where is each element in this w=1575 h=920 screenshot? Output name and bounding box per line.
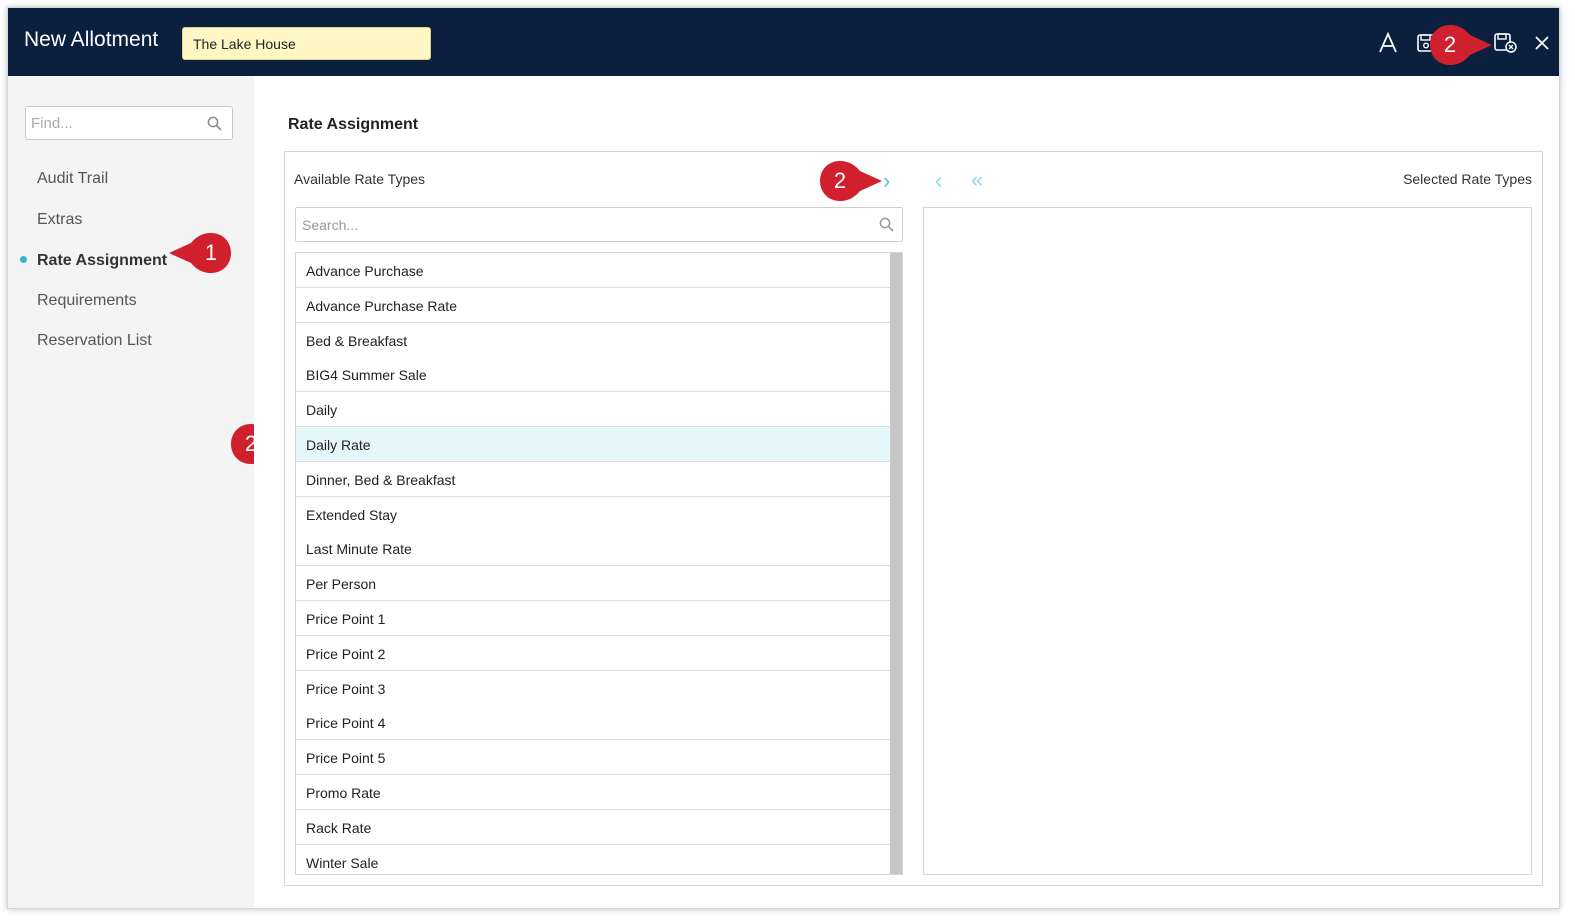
move-right-button[interactable]: › [883,170,890,192]
find-input[interactable] [31,113,196,133]
callout-badge: 2 [819,160,882,202]
list-item[interactable]: Price Point 4 [296,705,890,741]
callout-number: 2 [833,168,847,193]
allotment-name-field[interactable]: The Lake House [182,27,431,60]
list-item[interactable]: Price Point 1 [296,601,890,636]
list-item[interactable]: Dinner, Bed & Breakfast [296,461,890,497]
available-rate-list: Advance Purchase Advance Purchase Rate Bed… [295,252,903,875]
window-title: New Allotment [24,28,159,51]
title-bar: New Allotment The Lake House 2 [8,8,1559,76]
callout-badge: 1 [168,232,231,274]
list-item[interactable]: Advance Purchase [296,253,890,288]
selected-rate-types-label: Selected Rate Types [1403,171,1532,187]
callout-number: 1 [204,240,218,265]
selected-rate-list [923,207,1532,875]
list-item[interactable]: Price Point 5 [296,740,890,776]
list-item[interactable]: Price Point 2 [296,635,890,671]
find-field[interactable] [25,106,233,140]
active-indicator-dot [20,256,27,263]
list-item[interactable]: Price Point 3 [296,670,890,706]
sidebar: Audit Trail Extras Rate Assignment Requi… [8,76,293,908]
list-item[interactable]: Bed & Breakfast [296,322,890,358]
list-item[interactable]: BIG4 Summer Sale [296,357,890,393]
page-title: Rate Assignment [288,116,419,133]
allotment-window: New Allotment The Lake House 2 Audit Tra… [7,7,1560,909]
rate-search-input[interactable] [302,216,862,234]
list-item[interactable]: Winter Sale [296,844,890,874]
close-icon[interactable] [1530,31,1554,55]
list-item[interactable]: Daily [296,392,890,428]
list-item[interactable]: Last Minute Rate [296,531,890,567]
sidebar-item-reservation-list[interactable]: Reservation List [37,332,152,350]
sidebar-rate-assignment[interactable]: Rate Assignment [37,252,167,270]
available-rate-types-label: Available Rate Types [294,171,426,187]
main-content: Rate Assignment Available Rate Types Sel… [254,76,1559,908]
font-size-icon[interactable] [1376,31,1400,55]
search-icon [207,116,222,136]
move-all-left-button[interactable]: « [971,169,983,191]
rate-assignment-panel: Available Rate Types Selected Rate Types… [284,151,1543,886]
sidebar-item-audit-trail[interactable]: Audit Trail [37,170,108,188]
save-and-close-icon[interactable] [1494,31,1518,55]
rate-search-field[interactable] [295,207,903,242]
list-item[interactable]: Rack Rate [296,809,890,845]
list-item[interactable]: Per Person [296,566,890,602]
list-item[interactable]: Extended Stay [296,496,890,532]
list-item[interactable]: Advance Purchase Rate [296,287,890,323]
move-left-button[interactable]: ‹ [935,170,942,192]
search-icon [879,217,894,237]
daily-rate-row[interactable]: Daily Rate [296,427,890,462]
list-scrollbar[interactable] [889,253,902,874]
callout-badge: 2 [1429,24,1492,66]
list-item[interactable]: Promo Rate [296,775,890,810]
sidebar-item-requirements[interactable]: Requirements [37,292,137,310]
callout-number: 2 [1443,32,1457,57]
sidebar-item-extras[interactable]: Extras [37,211,82,229]
